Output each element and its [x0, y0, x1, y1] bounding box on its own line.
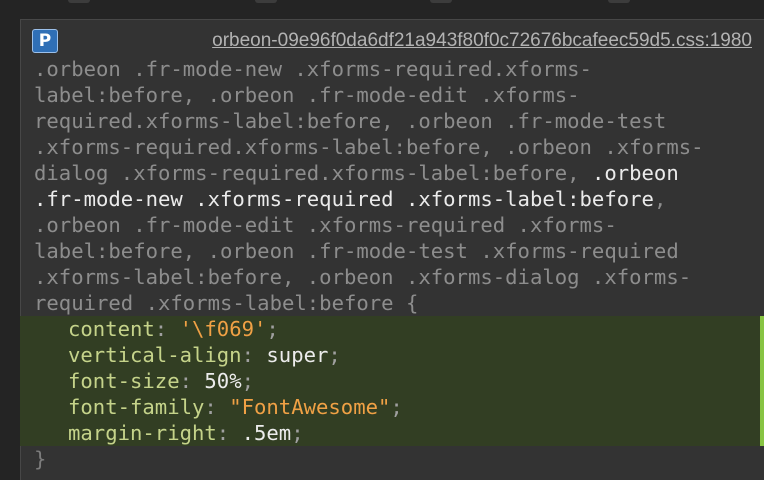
selector-text: label:before, .orbeon .fr-mode-edit .xfo… — [34, 83, 580, 107]
toolbar-tab-nub — [68, 0, 90, 3]
property-value[interactable]: "FontAwesome" — [229, 395, 390, 419]
colon: : — [241, 343, 267, 367]
declaration-margin-right[interactable]: margin-right: .5em; — [68, 420, 304, 446]
rule-close-brace: } — [34, 447, 47, 471]
selector-punct: { — [405, 291, 419, 315]
matched-declarations-bar — [760, 316, 764, 446]
selector-punct: , — [653, 187, 667, 211]
selector-line[interactable]: label:before, .orbeon .fr-mode-test .xfo… — [34, 238, 679, 264]
selector-line[interactable]: .fr-mode-new .xforms-required .xforms-la… — [34, 186, 666, 212]
selector-text: .xforms-required.xforms-label:before, .o… — [34, 135, 704, 159]
property-name[interactable]: vertical-align — [68, 343, 242, 367]
selector-line[interactable]: .orbeon .fr-mode-new .xforms-required.xf… — [34, 56, 592, 82]
stylesheet-source-link[interactable]: orbeon-09e96f0da6df21a943f80f0c72676bcaf… — [212, 28, 752, 54]
colon: : — [204, 395, 230, 419]
rule-header: P orbeon-09e96f0da6df21a943f80f0c72676bc… — [30, 28, 754, 54]
selector-match: .fr-mode-new .xforms-required .xforms-la… — [34, 187, 654, 211]
property-name[interactable]: margin-right — [68, 421, 217, 445]
selector-text: .orbeon .fr-mode-new .xforms-required.xf… — [34, 57, 592, 81]
property-name[interactable]: font-size — [68, 369, 180, 393]
toolbar-tab-nub — [608, 0, 630, 3]
colon: : — [216, 421, 242, 445]
selector-line[interactable]: required .xforms-label:before { — [34, 290, 418, 316]
property-name[interactable]: font-family — [68, 395, 204, 419]
semicolon: ; — [390, 395, 403, 419]
selector-text: required .xforms-label:before — [34, 291, 406, 315]
toolbar-edge — [0, 0, 764, 20]
selector-text: required.xforms-label:before, .orbeon .f… — [34, 109, 667, 133]
semicolon: ; — [266, 317, 279, 341]
property-name[interactable]: content — [68, 317, 155, 341]
semicolon: ; — [291, 421, 304, 445]
selector-line[interactable]: .xforms-label:before, .orbeon .xforms-di… — [34, 264, 691, 290]
colon: : — [179, 369, 205, 393]
semicolon: ; — [328, 343, 341, 367]
property-value[interactable]: '\f069' — [180, 317, 267, 341]
selector-match: .orbeon — [591, 161, 679, 185]
toolbar-tab-nub — [430, 0, 452, 3]
toolbar-tab-nub — [255, 0, 277, 3]
origin-badge-icon: P — [32, 29, 58, 53]
selector-line[interactable]: .xforms-required.xforms-label:before, .o… — [34, 134, 704, 160]
declaration-font-family[interactable]: font-family: "FontAwesome"; — [68, 394, 403, 420]
selector-line[interactable]: label:before, .orbeon .fr-mode-edit .xfo… — [34, 82, 580, 108]
selector-line[interactable]: .orbeon .fr-mode-edit .xforms-required .… — [34, 212, 617, 238]
declaration-vertical-align[interactable]: vertical-align: super; — [68, 342, 341, 368]
selector-line[interactable]: required.xforms-label:before, .orbeon .f… — [34, 108, 666, 134]
selector-text: dialog .xforms-required.xforms-label:bef… — [34, 161, 592, 185]
property-value[interactable]: .5em — [242, 421, 292, 445]
declaration-content[interactable]: content: '\f069'; — [68, 316, 279, 342]
selector-text: .xforms-label:before, .orbeon .xforms-di… — [34, 265, 692, 289]
colon: : — [154, 317, 180, 341]
selector-text: label:before, .orbeon .fr-mode-test .xfo… — [34, 239, 679, 263]
property-value[interactable]: super — [266, 343, 328, 367]
selector-text: .orbeon .fr-mode-edit .xforms-required .… — [34, 213, 617, 237]
property-value[interactable]: 50% — [204, 369, 241, 393]
declaration-font-size[interactable]: font-size: 50%; — [68, 368, 254, 394]
selector-line[interactable]: dialog .xforms-required.xforms-label:bef… — [34, 160, 679, 186]
semicolon: ; — [241, 369, 255, 393]
